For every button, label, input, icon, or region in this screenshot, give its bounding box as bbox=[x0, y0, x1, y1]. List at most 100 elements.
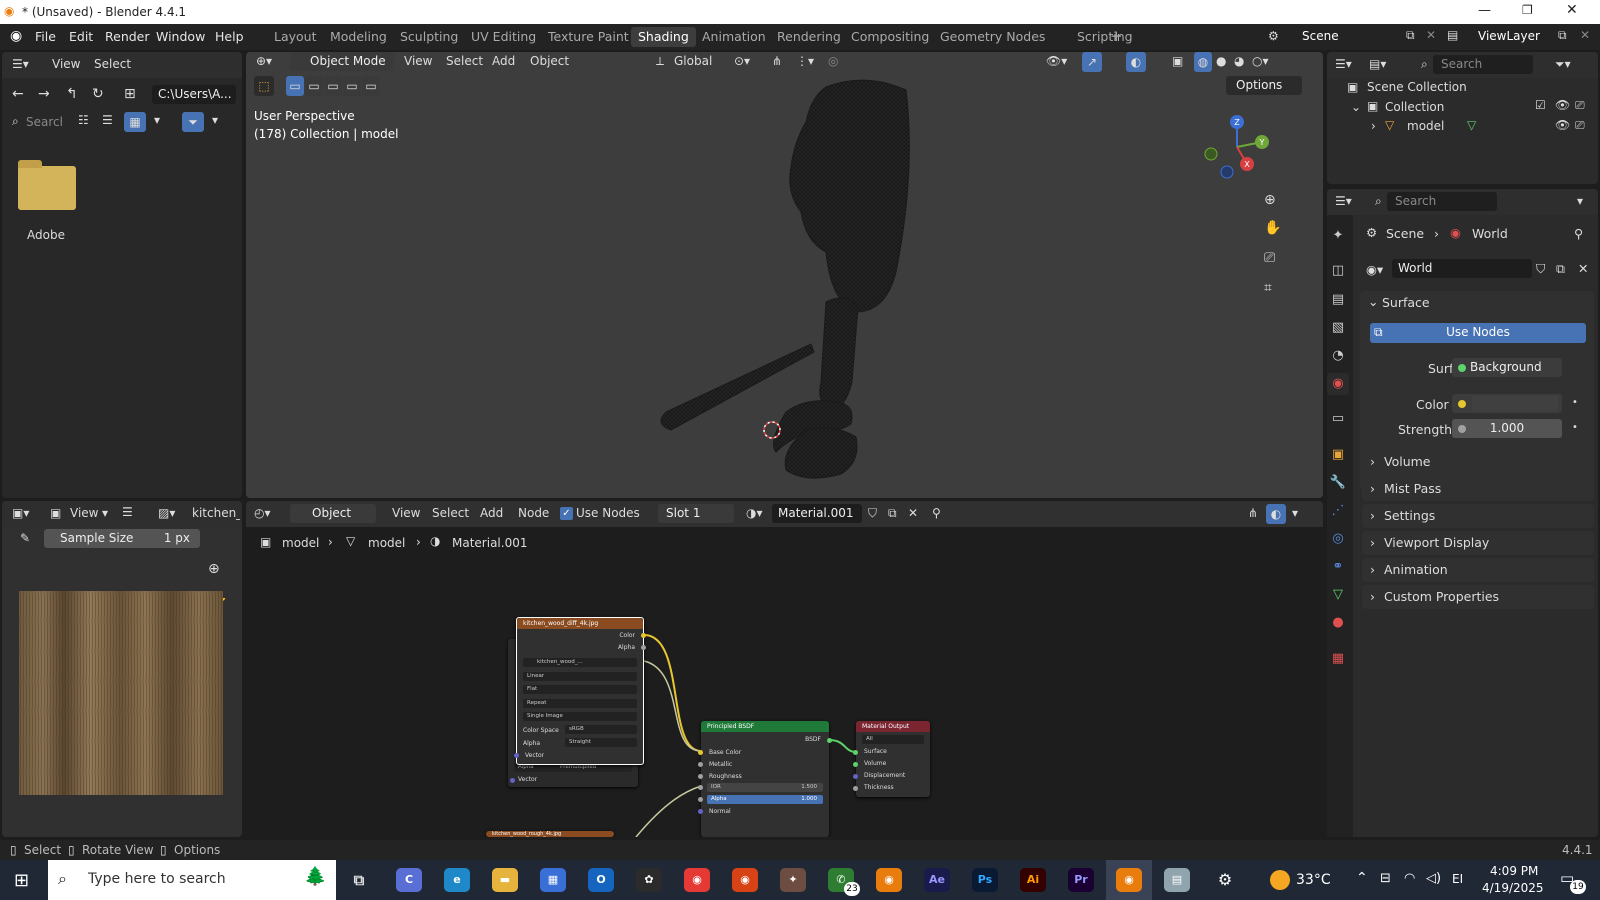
language-indicator[interactable]: ENG bbox=[1452, 872, 1462, 886]
delete-viewlayer-icon[interactable]: ✕ bbox=[1580, 28, 1590, 42]
properties-editor-icon[interactable]: ☰▾ bbox=[1335, 194, 1352, 208]
volume-panel[interactable]: › Volume bbox=[1362, 450, 1594, 474]
surface-header[interactable]: Surface bbox=[1382, 295, 1430, 310]
collapse-icon[interactable]: ⌄ bbox=[1351, 100, 1361, 114]
display-dropdown-icon[interactable]: ▾ bbox=[154, 113, 160, 127]
ior-field[interactable]: IOR 1.500 bbox=[707, 783, 823, 792]
collection-eye-icon[interactable]: 👁 bbox=[1555, 98, 1570, 112]
fb-search-input[interactable]: Search bbox=[26, 115, 62, 129]
microsoft-store-icon[interactable]: ▦ bbox=[540, 868, 566, 892]
model-camera-icon[interactable]: ⎚ bbox=[1575, 118, 1585, 133]
game-icon[interactable]: ✦ bbox=[780, 868, 806, 892]
particles-tab-icon[interactable]: ⋰ bbox=[1327, 500, 1349, 522]
tab-texture-paint[interactable]: Texture Paint bbox=[548, 29, 629, 44]
path-field[interactable]: C:\Users\A... bbox=[152, 85, 236, 104]
tab-scripting[interactable]: Scripting bbox=[1077, 29, 1133, 44]
weather-temp[interactable]: 33°C bbox=[1296, 872, 1331, 888]
color-swatch[interactable] bbox=[1472, 396, 1558, 411]
close-icon[interactable]: ✕ bbox=[1566, 2, 1578, 18]
editor-type-icon[interactable]: ☰▾ bbox=[12, 57, 29, 71]
alpha-field[interactable]: Alpha 1.000 bbox=[707, 795, 823, 804]
pin-icon[interactable]: ⚲ bbox=[1574, 226, 1583, 241]
weather-sun-icon[interactable] bbox=[1270, 870, 1290, 890]
tab-sculpting[interactable]: Sculpting bbox=[400, 29, 458, 44]
world-name-field[interactable]: World bbox=[1392, 259, 1532, 278]
output-target-dropdown[interactable]: All bbox=[862, 735, 924, 744]
image-vector-socket[interactable] bbox=[514, 753, 519, 758]
crumb-world[interactable]: World bbox=[1472, 226, 1508, 241]
after-effects-icon[interactable]: Ae bbox=[924, 868, 950, 892]
roughness-texture-node[interactable]: kitchen_wood_rough_4k.jpg bbox=[486, 831, 614, 837]
zoom-icon[interactable]: ⊕ bbox=[1264, 192, 1276, 208]
clock-time[interactable]: 4:09 PM bbox=[1490, 864, 1538, 878]
image-editor-type-icon[interactable]: ▣▾ bbox=[12, 506, 29, 520]
bsdf-out-socket[interactable] bbox=[827, 738, 832, 743]
new-scene-icon[interactable]: ⧉ bbox=[1406, 28, 1415, 43]
tab-geometry-nodes[interactable]: Geometry Nodes bbox=[940, 29, 1045, 44]
tab-uv-editing[interactable]: UV Editing bbox=[471, 29, 536, 44]
file-explorer-icon[interactable]: ▬ bbox=[492, 868, 518, 892]
scene-tab-icon[interactable]: ◔ bbox=[1327, 345, 1349, 367]
constraints-tab-icon[interactable]: ⚭ bbox=[1327, 556, 1349, 578]
crumb-scene[interactable]: Scene bbox=[1386, 226, 1424, 241]
forward-icon[interactable]: → bbox=[38, 86, 50, 102]
modifier-tab-icon[interactable]: 🔧 bbox=[1327, 472, 1349, 494]
shader-node-editor[interactable]: ◴▾ Object View Select Add Node ✓ Use Nod… bbox=[246, 501, 1323, 837]
menu-render[interactable]: Render bbox=[105, 29, 150, 44]
outliner-search-input[interactable]: Search bbox=[1433, 55, 1533, 74]
properties-search-icon[interactable]: ⌕ bbox=[1375, 194, 1382, 209]
taskbar-search-input[interactable]: Type here to search bbox=[88, 871, 226, 887]
pan-icon[interactable]: ✋ bbox=[1264, 220, 1281, 236]
viewlayer-icon[interactable]: ▤ bbox=[1447, 28, 1458, 42]
base-color-socket[interactable] bbox=[698, 750, 703, 755]
metallic-socket[interactable] bbox=[698, 762, 703, 767]
collection-tab-icon[interactable]: ▭ bbox=[1327, 408, 1349, 430]
rough-node-header[interactable]: kitchen_wood_rough_4k.jpg bbox=[486, 831, 614, 837]
image-browse-icon[interactable]: ▨▾ bbox=[158, 506, 175, 520]
perspective-icon[interactable]: ⌗ bbox=[1264, 280, 1272, 296]
model-wireframe[interactable] bbox=[246, 52, 1323, 498]
ior-socket[interactable] bbox=[698, 785, 703, 790]
tab-rendering[interactable]: Rendering bbox=[777, 29, 841, 44]
strength-keyframe-icon[interactable]: • bbox=[1572, 422, 1578, 433]
tab-shading[interactable]: Shading bbox=[631, 27, 696, 47]
alpha-mode-dropdown[interactable]: Straight bbox=[565, 738, 637, 747]
world-datablock-icon[interactable]: ◉▾ bbox=[1366, 262, 1383, 277]
image-color-socket[interactable] bbox=[641, 633, 646, 638]
sample-size-field[interactable]: Sample Size 1 px bbox=[44, 529, 200, 548]
new-viewlayer-icon[interactable]: ⧉ bbox=[1558, 28, 1567, 43]
properties-options-icon[interactable]: ▾ bbox=[1577, 194, 1583, 208]
mist-pass-panel[interactable]: › Mist Pass bbox=[1362, 477, 1594, 501]
tool-tab-icon[interactable]: ✦ bbox=[1327, 225, 1349, 247]
display-mode-icon[interactable]: ▤▾ bbox=[1369, 57, 1386, 71]
photoshop-icon[interactable]: Ps bbox=[972, 868, 998, 892]
outliner-editor-icon[interactable]: ☰▾ bbox=[1335, 57, 1352, 71]
outliner-search-icon[interactable]: ⌕ bbox=[1421, 57, 1428, 72]
tab-compositing[interactable]: Compositing bbox=[851, 29, 929, 44]
ie-view-dropdown-icon[interactable]: ▾ bbox=[102, 506, 108, 520]
3d-viewport[interactable]: ⊕▾ Object Mode View Select Add Object ⟂ … bbox=[246, 52, 1323, 498]
alpha-socket[interactable] bbox=[698, 797, 703, 802]
task-view-icon[interactable]: ⧉ bbox=[346, 868, 372, 892]
interpolation-dropdown[interactable]: Linear bbox=[523, 672, 637, 681]
new-folder-icon[interactable]: ⊞ bbox=[124, 86, 136, 102]
thumbnails-icon[interactable]: ▦ bbox=[124, 112, 146, 132]
material-tab-icon[interactable]: ● bbox=[1327, 612, 1349, 634]
image-datablock-field[interactable]: kitchen_wood_... bbox=[523, 658, 637, 667]
menu-help[interactable]: Help bbox=[215, 29, 244, 44]
image-texture-node[interactable]: kitchen_wood_diff_4k.jpg Color Alpha kit… bbox=[514, 617, 646, 765]
viewlayer-name[interactable]: ViewLayer bbox=[1478, 29, 1540, 43]
data-tab-icon[interactable]: ▽ bbox=[1327, 584, 1349, 606]
restore-icon[interactable]: ❐ bbox=[1522, 3, 1533, 17]
properties-search-input[interactable]: Search bbox=[1387, 192, 1497, 211]
fb-view-menu[interactable]: View bbox=[52, 57, 80, 71]
sample-tool-icon[interactable]: ✎ bbox=[20, 531, 30, 545]
strength-field[interactable]: 1.000 bbox=[1452, 419, 1562, 438]
texture-tab-icon[interactable]: ▦ bbox=[1327, 648, 1349, 670]
color-space-dropdown[interactable]: sRGB bbox=[565, 725, 637, 734]
premiere-icon[interactable]: Pr bbox=[1068, 868, 1094, 892]
back-icon[interactable]: ← bbox=[12, 86, 24, 102]
blender-menu-icon[interactable]: ◉ bbox=[10, 28, 22, 44]
image-name[interactable]: kitchen_v bbox=[192, 506, 240, 520]
clock-date[interactable]: 4/19/2025 bbox=[1482, 881, 1544, 895]
